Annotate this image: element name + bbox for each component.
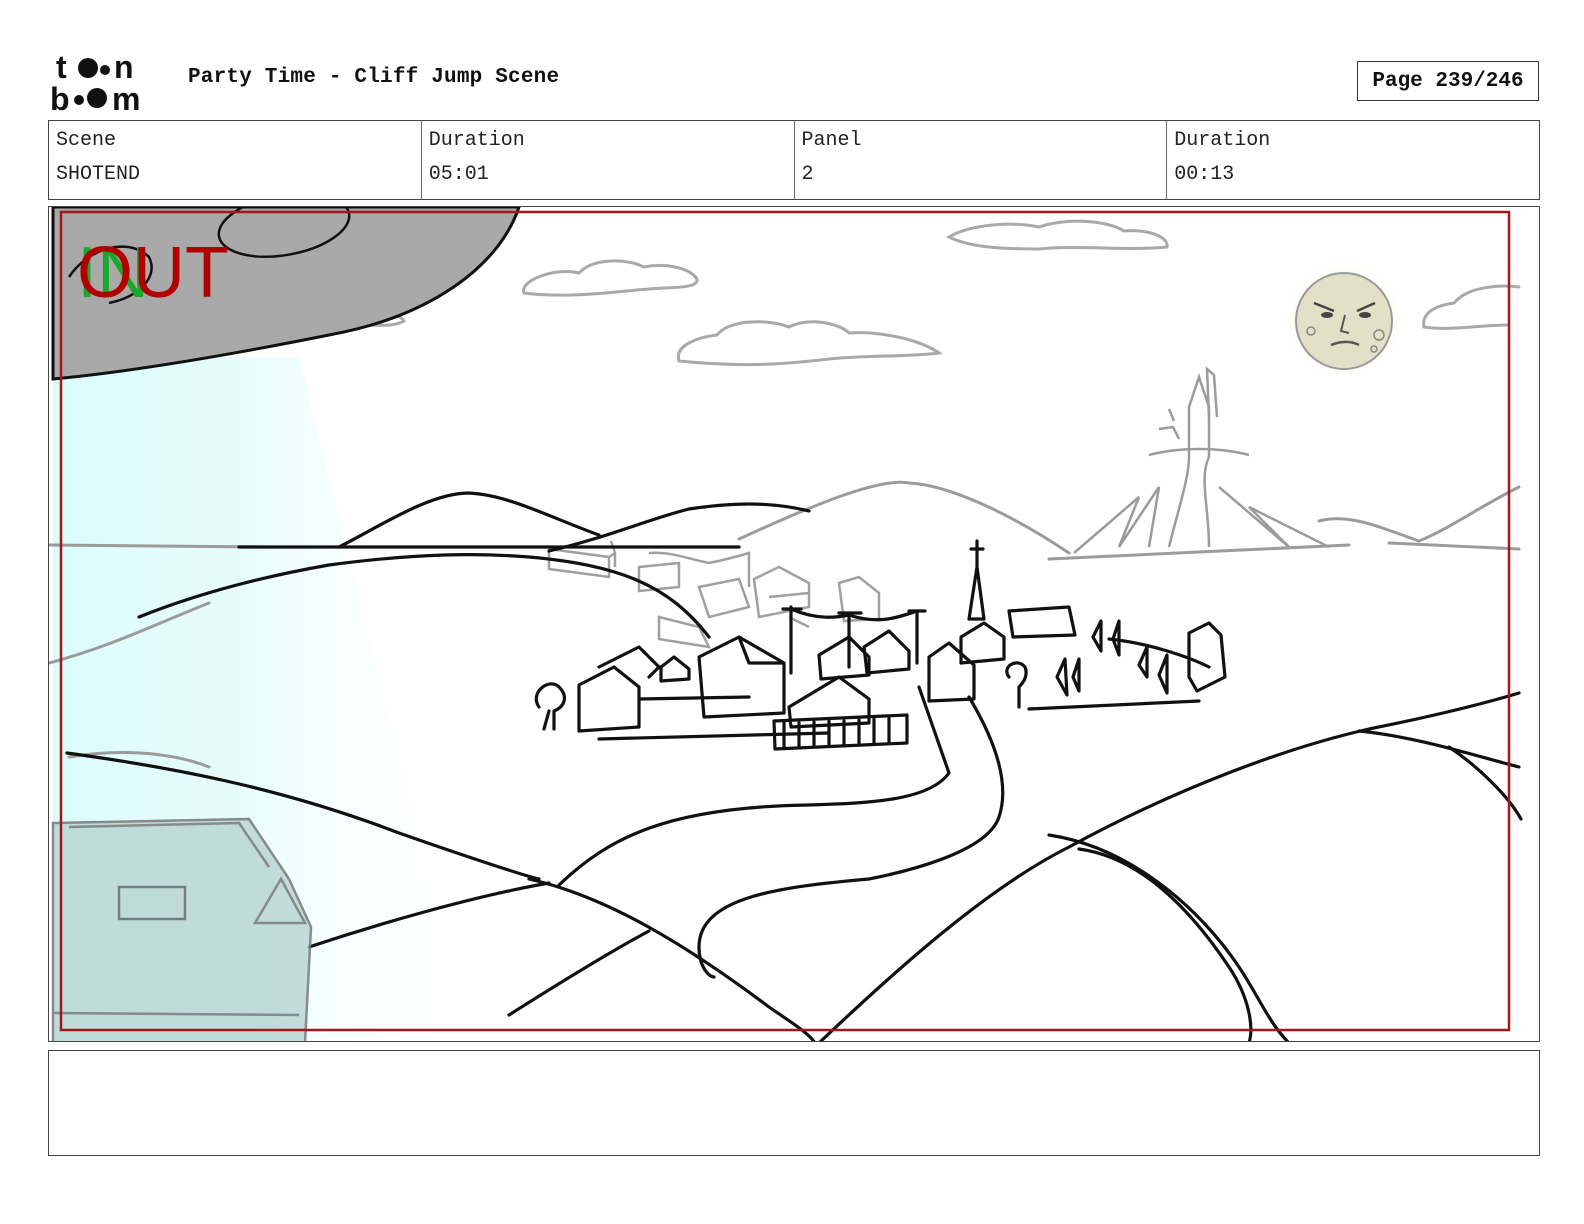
svg-text:t: t [56,49,67,85]
svg-text:b: b [50,81,70,114]
scene-duration-label: Duration [428,129,525,152]
svg-text:m: m [112,81,140,114]
panel-duration-label: Duration [1174,129,1271,152]
scene-duration-cell: Duration 05:01 [422,121,795,199]
panel-notes-box [48,1050,1540,1156]
scene-cell: Scene SHOTEND [49,121,422,199]
svg-text:n: n [114,49,134,85]
out-marker: OUT [77,233,229,313]
moon-icon [1295,272,1393,370]
castle-on-mountain [1073,366,1330,554]
panel-value: 2 [801,163,814,186]
shot-info-table: Scene SHOTEND Duration 05:01 Panel 2 Dur… [48,120,1540,200]
panel-duration-value: 00:13 [1174,163,1235,186]
scene-value: SHOTEND [56,163,141,186]
background-town [547,540,881,649]
panel-duration-cell: Duration 00:13 [1167,121,1539,199]
storyboard-title: Party Time - Cliff Jump Scene [188,66,560,89]
page-number: Page 239/246 [1357,61,1539,101]
scene-duration-value: 05:01 [428,163,489,186]
panel-sketch [49,207,1523,1041]
panel-label: Panel [801,129,862,152]
toon-boom-logo: t n b m [50,49,140,114]
scene-label: Scene [56,129,117,152]
panel-cell: Panel 2 [795,121,1168,199]
car-sketch [51,817,313,1041]
storyboard-panel: IN OUT [48,206,1540,1042]
